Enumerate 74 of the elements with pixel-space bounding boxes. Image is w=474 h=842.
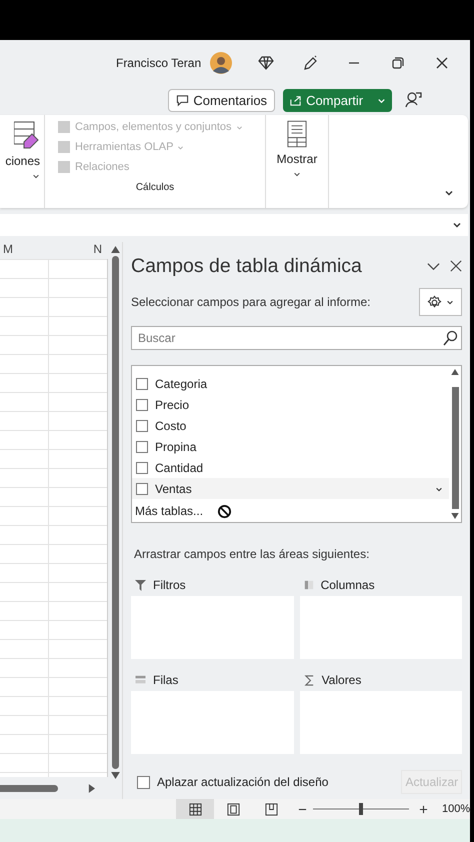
restore-icon[interactable] bbox=[390, 54, 406, 70]
show-button[interactable]: Mostrar bbox=[276, 152, 318, 166]
comment-icon bbox=[176, 94, 190, 106]
comments-button[interactable]: Comentarios bbox=[168, 88, 276, 112]
checkbox[interactable] bbox=[136, 398, 148, 410]
filter-icon bbox=[135, 580, 146, 590]
clear-table-icon[interactable] bbox=[14, 120, 40, 150]
checkbox[interactable] bbox=[136, 420, 148, 432]
close-icon[interactable] bbox=[434, 54, 450, 70]
pane-title: Campos de tabla dinámica bbox=[131, 254, 363, 278]
user-name: Francisco Teran bbox=[116, 56, 202, 70]
caret-icon[interactable] bbox=[293, 170, 301, 178]
column-header[interactable]: N bbox=[51, 242, 108, 259]
no-entry-cursor-icon bbox=[217, 504, 232, 518]
tool-icon bbox=[57, 120, 71, 134]
scroll-down-icon[interactable] bbox=[110, 772, 120, 779]
settings-icon bbox=[427, 294, 442, 310]
field-label[interactable]: Ventas bbox=[155, 482, 192, 496]
share-icon bbox=[289, 94, 302, 106]
columns-icon bbox=[304, 580, 314, 590]
scroll-up-icon[interactable] bbox=[110, 246, 120, 253]
normal-view-button[interactable] bbox=[176, 799, 214, 819]
sigma-icon bbox=[304, 674, 315, 686]
field-label[interactable]: Propina bbox=[155, 440, 196, 454]
tool-icon bbox=[57, 140, 71, 154]
search-field[interactable]: Buscar bbox=[131, 326, 462, 350]
page-break-icon bbox=[264, 802, 278, 816]
search-icon[interactable] bbox=[442, 330, 458, 346]
zoom-in-icon[interactable] bbox=[419, 804, 428, 814]
vertical-scrollbar[interactable] bbox=[112, 256, 118, 769]
zoom-level[interactable]: 100% bbox=[442, 803, 470, 815]
scroll-down-icon[interactable] bbox=[451, 513, 460, 519]
page-icon bbox=[226, 802, 240, 816]
field-label[interactable]: Categoria bbox=[155, 376, 208, 390]
area-label: Filtros bbox=[153, 578, 186, 592]
zoom-slider-thumb[interactable] bbox=[359, 803, 363, 815]
expand-icon[interactable] bbox=[452, 220, 462, 230]
avatar-icon[interactable] bbox=[210, 52, 232, 74]
expand-ribbon-icon[interactable] bbox=[444, 188, 454, 198]
ribbon-button-label[interactable]: ciones bbox=[5, 154, 40, 168]
tool-icon bbox=[57, 160, 71, 174]
checkbox[interactable] bbox=[136, 378, 148, 390]
checkbox[interactable] bbox=[136, 482, 148, 494]
scroll-up-icon[interactable] bbox=[451, 369, 460, 375]
close-icon[interactable] bbox=[450, 260, 462, 272]
pen-icon[interactable] bbox=[302, 54, 318, 70]
pane-subtitle: Seleccionar campos para agregar al informe: bbox=[131, 295, 370, 309]
caret-icon bbox=[446, 298, 454, 306]
more-tables-link[interactable]: Más tablas... bbox=[135, 504, 204, 518]
list-scrollbar[interactable] bbox=[452, 387, 459, 509]
field-label[interactable]: Cantidad bbox=[155, 460, 204, 474]
checkbox-label[interactable]: Aplazar actualización del diseño bbox=[157, 775, 394, 789]
field-label[interactable]: Precio bbox=[155, 398, 190, 412]
area-label: Filas bbox=[153, 673, 178, 687]
column-header[interactable]: M bbox=[0, 242, 51, 259]
areas-hint: Arrastrar campos entre las áreas siguientes: bbox=[133, 547, 370, 561]
person-icon[interactable] bbox=[404, 91, 422, 109]
checkbox[interactable] bbox=[137, 776, 150, 788]
field-label[interactable]: Costo bbox=[155, 418, 186, 432]
horizontal-scrollbar[interactable] bbox=[0, 784, 58, 792]
group-label: Cálculos bbox=[136, 182, 174, 193]
rows-icon bbox=[135, 675, 146, 685]
share-button[interactable]: Compartir bbox=[283, 88, 392, 112]
list-icon[interactable] bbox=[287, 120, 307, 148]
cell-grid[interactable] bbox=[0, 259, 108, 777]
settings-button[interactable] bbox=[419, 288, 462, 316]
area-label: Columnas bbox=[320, 578, 375, 592]
caret-icon[interactable] bbox=[32, 172, 40, 180]
diamond-icon[interactable] bbox=[258, 54, 274, 70]
checkbox[interactable] bbox=[136, 462, 148, 474]
scroll-right-icon[interactable] bbox=[88, 784, 95, 792]
checkbox[interactable] bbox=[136, 440, 148, 452]
area-label: Valores bbox=[322, 673, 362, 687]
grid-icon bbox=[188, 802, 202, 816]
